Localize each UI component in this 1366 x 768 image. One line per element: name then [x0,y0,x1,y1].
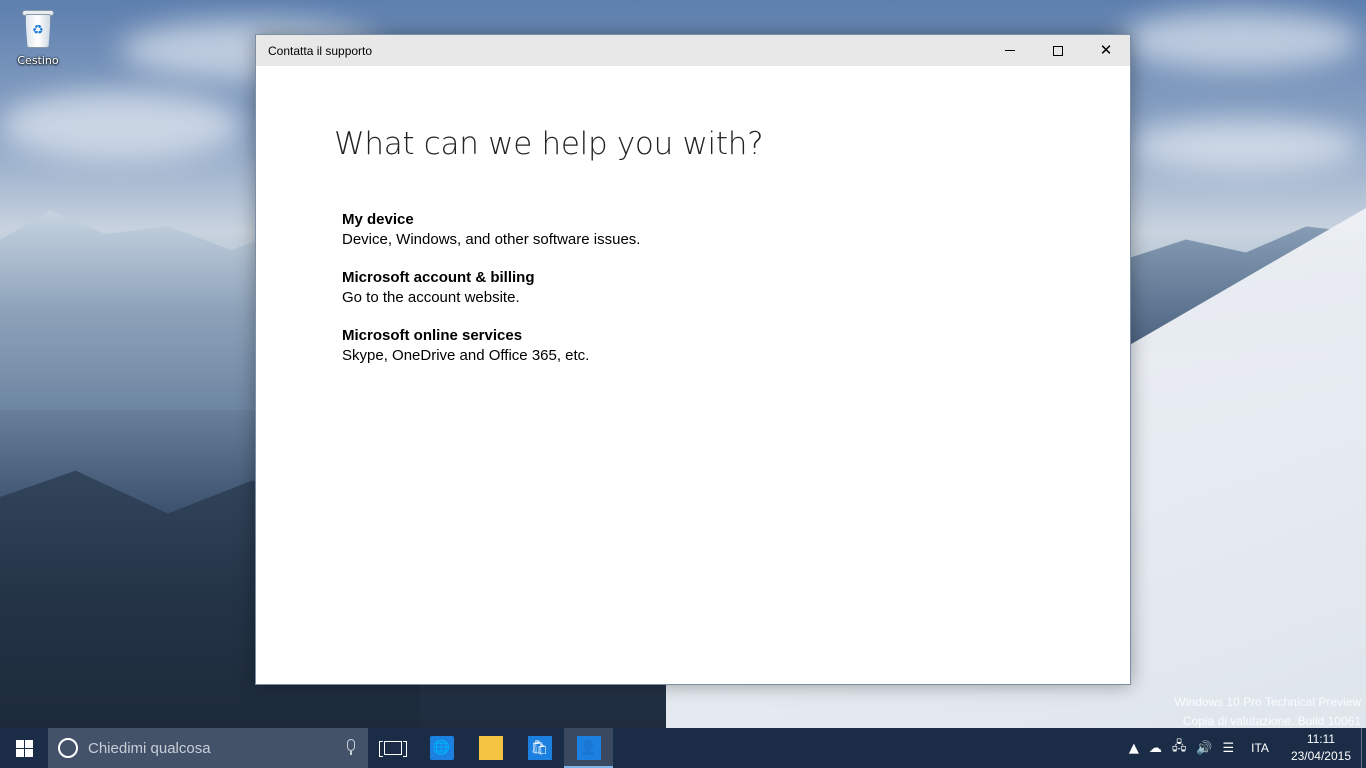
option-title: My device [342,211,414,228]
close-button[interactable]: ✕ [1082,35,1130,66]
desktop-icon-label: Cestino [17,54,59,67]
close-icon: ✕ [1099,41,1113,59]
network-tray-button[interactable]: 🖧 [1167,728,1192,768]
contact-support-window: Contatta il supporto ✕ What can we help … [255,34,1131,685]
show-hidden-icons-button[interactable]: ▲ [1124,728,1144,768]
task-view-button[interactable] [368,728,417,768]
person-icon: 👤 [576,736,601,760]
search-box[interactable] [48,728,368,768]
option-account-billing[interactable]: Microsoft account & billing Go to the ac… [342,268,1130,308]
taskbar-app-browser[interactable]: 🌐 [417,728,466,768]
system-tray: ▲ ☁ 🖧 🔊 ☰ ITA 11:11 23/04/2015 [1124,728,1366,768]
clock-date: 23/04/2015 [1290,749,1351,763]
option-description: Skype, OneDrive and Office 365, etc. [342,347,590,364]
page-title: What can we help you with? [334,126,764,162]
minimize-icon [1005,50,1015,51]
window-title: Contatta il supporto [268,43,373,58]
title-bar[interactable]: Contatta il supporto ✕ [256,35,1130,66]
cortana-icon[interactable] [58,738,78,758]
recycle-bin-icon: ♻ [21,8,55,50]
caption-buttons: ✕ [986,35,1130,66]
build-watermark: Windows 10 Pro Technical Preview Copia d… [1174,693,1361,731]
maximize-icon [1053,45,1063,56]
maximize-button[interactable] [1034,35,1082,66]
help-options-list: My device Device, Windows, and other sof… [342,210,1130,366]
option-title: Microsoft online services [342,327,523,344]
microphone-icon[interactable] [346,739,356,757]
chevron-up-icon: ▲ [1128,740,1139,756]
clock-time: 11:11 [1306,732,1336,746]
notifications-icon: ☰ [1222,740,1235,756]
store-icon: 🛍 [527,736,552,760]
speaker-icon: 🔊 [1196,740,1213,756]
task-view-icon [378,740,407,757]
watermark-edition: Windows 10 Pro Technical Preview [1174,695,1361,709]
taskbar-app-file-explorer[interactable] [466,728,515,768]
onedrive-tray-button[interactable]: ☁ [1144,728,1167,768]
option-title: Microsoft account & billing [342,269,535,286]
clock[interactable]: 11:11 23/04/2015 [1281,728,1361,768]
option-my-device[interactable]: My device Device, Windows, and other sof… [342,210,1130,250]
cloud-icon: ☁ [1148,740,1162,756]
taskbar-app-contact-support[interactable]: 👤 [564,728,613,768]
network-icon: 🖧 [1171,739,1187,754]
start-button[interactable] [0,728,48,768]
option-online-services[interactable]: Microsoft online services Skype, OneDriv… [342,326,1130,366]
action-center-button[interactable]: ☰ [1218,728,1240,768]
show-desktop-button[interactable] [1361,728,1366,768]
window-content: What can we help you with? My device Dev… [256,126,1130,366]
option-description: Device, Windows, and other software issu… [342,231,641,248]
option-description: Go to the account website. [342,289,520,306]
desktop-icon-recycle-bin[interactable]: ♻ Cestino [8,8,68,78]
search-input[interactable] [88,739,328,757]
windows-logo-icon [15,739,33,757]
taskbar-app-store[interactable]: 🛍 [515,728,564,768]
minimize-button[interactable] [986,35,1034,66]
volume-tray-button[interactable]: 🔊 [1191,728,1217,768]
taskbar: 🌐 🛍 👤 ▲ ☁ 🖧 🔊 ☰ ITA 11:11 23/04/2015 [0,728,1366,768]
folder-icon [478,736,503,760]
globe-icon: 🌐 [429,736,454,760]
input-language-button[interactable]: ITA [1239,728,1281,768]
